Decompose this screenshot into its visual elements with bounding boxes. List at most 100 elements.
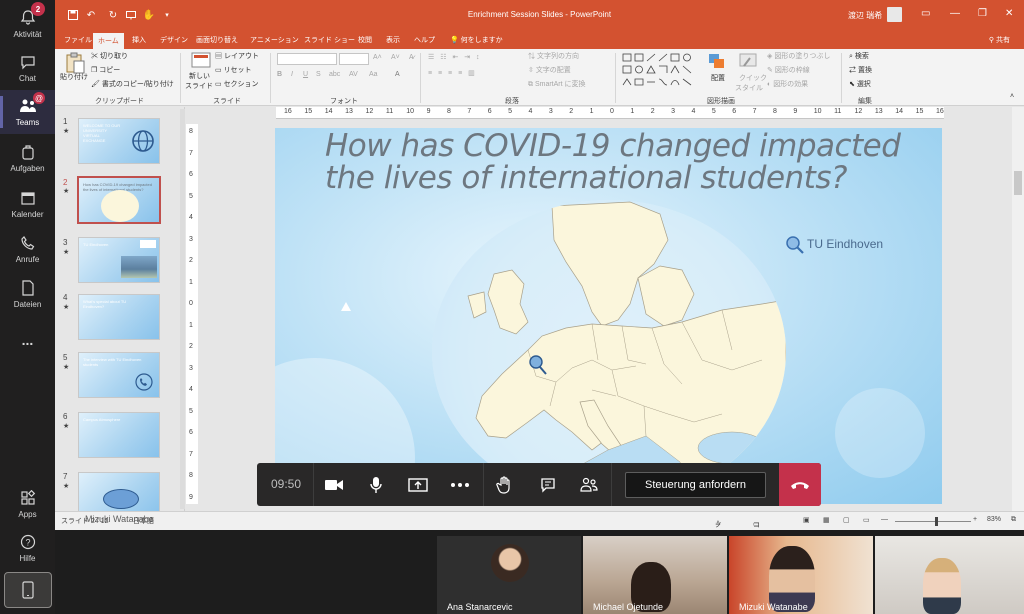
share-screen-button[interactable]: [397, 463, 439, 506]
request-control-button[interactable]: Steuerung anfordern: [625, 472, 766, 498]
strikethrough-icon[interactable]: abc: [329, 71, 340, 78]
smartart-button[interactable]: ⧉ SmartArt に変換: [528, 79, 586, 89]
rail-more[interactable]: ...: [0, 318, 55, 362]
tab-insert[interactable]: 挿入: [127, 34, 151, 46]
participant-video-tile[interactable]: Michael Ojetunde: [583, 536, 727, 614]
shrink-font-icon[interactable]: A˅: [391, 54, 400, 61]
share-button[interactable]: ⚲ 共有: [989, 35, 1010, 45]
shape-effects-button[interactable]: ◐ 図形の効果: [767, 79, 808, 89]
participant-tile[interactable]: Ana Stanarcevic: [437, 536, 581, 614]
participant-video-tile[interactable]: Mizuki Watanabe: [729, 536, 873, 614]
fit-slide-icon[interactable]: ⧉: [1011, 516, 1016, 524]
new-slide-button-2[interactable]: スライド: [185, 81, 213, 91]
slide-thumbnail-1[interactable]: WELCOME TO OUR UNIVERSITY VIRTUAL EXCHAN…: [78, 118, 160, 164]
new-slide-button[interactable]: 新しい: [189, 71, 210, 81]
rail-teams[interactable]: Teams @: [0, 90, 55, 134]
zoom-slider-thumb[interactable]: [935, 517, 938, 526]
rail-chat[interactable]: Chat: [0, 46, 55, 90]
text-direction-button[interactable]: ⇅ 文字列の方向: [528, 51, 579, 61]
slide-thumbnail-6[interactable]: Campus Atmosphere: [78, 412, 160, 458]
quick-styles-button[interactable]: クイック: [739, 73, 767, 83]
tell-me-search[interactable]: 💡 何をしますか: [445, 34, 508, 46]
replace-button[interactable]: ⇄ 置換: [849, 65, 872, 75]
find-button[interactable]: ⌕ 検索: [849, 51, 869, 61]
rail-calls[interactable]: Anrufe: [0, 227, 55, 271]
slide-title[interactable]: How has COVID-19 changed impacted the li…: [325, 130, 925, 194]
tab-view[interactable]: 表示: [381, 34, 405, 46]
tab-file[interactable]: ファイル: [59, 34, 97, 46]
slide-thumbnail-3[interactable]: TU Eindhoven: [78, 237, 160, 283]
more-actions-button[interactable]: [439, 463, 481, 506]
tab-animations[interactable]: アニメーション: [245, 34, 304, 46]
tab-review[interactable]: 校閲: [353, 34, 377, 46]
tab-transitions[interactable]: 画面切り替え: [191, 34, 243, 46]
minimize-icon[interactable]: —: [950, 8, 960, 19]
shape-fill-button[interactable]: ◈ 図形の塗りつぶし: [767, 51, 830, 61]
font-color-icon[interactable]: A: [395, 71, 400, 78]
tab-slideshow[interactable]: スライド ショー: [299, 34, 360, 46]
format-painter-button[interactable]: 🖌 書式のコピー/貼り付け: [91, 79, 174, 89]
user-avatar[interactable]: [887, 7, 902, 22]
zoom-slider[interactable]: [895, 517, 971, 526]
participant-video-tile[interactable]: [875, 536, 1024, 614]
rail-activity[interactable]: Aktivität 2: [0, 2, 55, 46]
tab-design[interactable]: デザイン: [155, 34, 193, 46]
slideshow-view-icon[interactable]: ▭: [863, 516, 870, 524]
align-buttons[interactable]: ≡ ≡ ≡ ≡ ▥: [428, 69, 477, 77]
bold-icon[interactable]: B: [277, 71, 282, 78]
hang-up-button[interactable]: [779, 463, 821, 506]
slide-sorter-icon[interactable]: ▦: [823, 516, 830, 524]
list-buttons[interactable]: ☰ ☷ ⇤ ⇥ ↕: [428, 53, 482, 61]
layout-button[interactable]: ▤ レイアウト: [215, 51, 259, 61]
rail-calendar[interactable]: Kalender: [0, 182, 55, 226]
reading-view-icon[interactable]: ▢: [843, 516, 850, 524]
align-text-button[interactable]: ⇳ 文字の配置: [528, 65, 571, 75]
clear-format-icon[interactable]: A̷: [409, 54, 414, 61]
quick-styles-icon[interactable]: [738, 52, 758, 72]
device-button[interactable]: [4, 572, 52, 608]
new-slide-icon[interactable]: [191, 52, 211, 72]
font-name-dropdown[interactable]: [277, 53, 337, 65]
restore-icon[interactable]: ❐: [978, 8, 987, 19]
underline-icon[interactable]: U: [303, 71, 308, 78]
participants-button[interactable]: [568, 463, 610, 506]
arrange-button[interactable]: 配置: [711, 73, 725, 83]
tab-help[interactable]: ヘルプ: [409, 34, 440, 46]
slide-thumbnail-5[interactable]: The interview with TU Eindhoven students: [78, 352, 160, 398]
char-spacing-icon[interactable]: AV: [349, 71, 358, 78]
europe-map[interactable]: [432, 200, 786, 504]
rail-apps[interactable]: Apps: [0, 482, 55, 526]
grow-font-icon[interactable]: A˄: [373, 54, 382, 61]
change-case-icon[interactable]: Aa: [369, 71, 378, 78]
normal-view-icon[interactable]: ▣: [803, 516, 810, 524]
microphone-button[interactable]: [355, 463, 397, 506]
paste-icon[interactable]: [65, 52, 85, 74]
vertical-scrollbar[interactable]: [1012, 107, 1024, 511]
font-size-dropdown[interactable]: [339, 53, 369, 65]
zoom-level[interactable]: 83%: [987, 516, 1001, 523]
slide-thumbnail-2[interactable]: How has COVID-19 changed impacted the li…: [77, 176, 161, 224]
rail-files[interactable]: Dateien: [0, 272, 55, 316]
paste-button[interactable]: 貼り付け: [60, 72, 88, 82]
zoom-out-icon[interactable]: —: [881, 516, 888, 523]
tab-home[interactable]: ホーム: [93, 33, 124, 49]
cut-button[interactable]: ✂ 切り取り: [91, 51, 128, 61]
shadow-icon[interactable]: S: [316, 71, 321, 78]
thumbs-scrollbar[interactable]: [180, 109, 185, 509]
select-button[interactable]: ⬉ 選択: [849, 79, 871, 89]
current-slide[interactable]: How has COVID-19 changed impacted the li…: [275, 128, 942, 504]
shapes-gallery[interactable]: [621, 52, 699, 92]
raise-hand-button[interactable]: [483, 463, 525, 506]
arrange-icon[interactable]: [707, 52, 727, 72]
rail-assignments[interactable]: Aufgaben: [0, 136, 55, 180]
ribbon-display-icon[interactable]: ▭: [921, 8, 930, 19]
slide-thumbnail-4[interactable]: What's special about TU Eindhoven?: [78, 294, 160, 340]
section-button[interactable]: ▭ セクション: [215, 79, 259, 89]
collapse-ribbon-icon[interactable]: ˄: [1010, 93, 1014, 100]
reset-button[interactable]: ▭ リセット: [215, 65, 252, 75]
rail-help[interactable]: ? Hilfe: [0, 526, 55, 570]
shape-outline-button[interactable]: ✎ 図形の枠線: [767, 65, 810, 75]
italic-icon[interactable]: I: [291, 71, 293, 78]
zoom-in-icon[interactable]: +: [973, 516, 977, 523]
close-icon[interactable]: ✕: [1005, 8, 1013, 19]
